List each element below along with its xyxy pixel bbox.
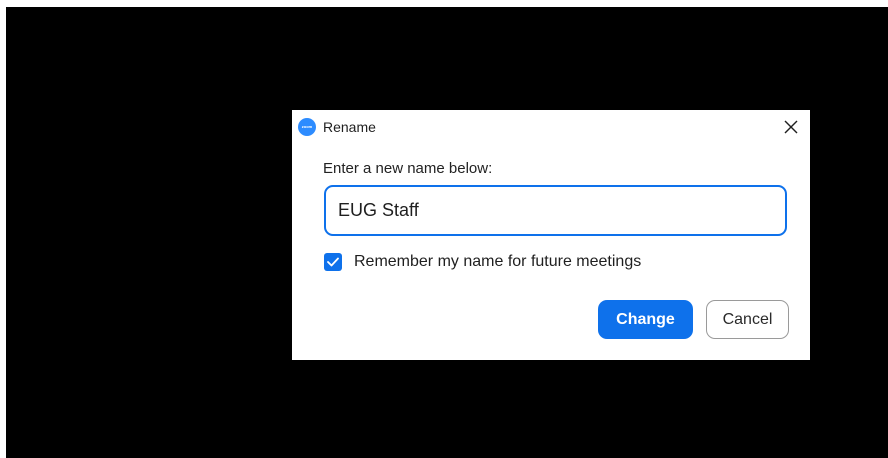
checkmark-icon [327,257,339,267]
close-icon [784,120,798,134]
remember-name-checkbox[interactable] [324,253,342,271]
dialog-title: Rename [323,119,376,135]
rename-dialog: zoom Rename Enter a new name below: Reme… [292,110,810,360]
cancel-button[interactable]: Cancel [706,300,789,339]
zoom-logo-text: zoom [301,124,313,129]
dialog-titlebar: zoom Rename [292,110,810,144]
name-input[interactable] [324,185,787,236]
close-button[interactable] [778,114,804,140]
zoom-logo-icon: zoom [298,118,316,136]
name-prompt-label: Enter a new name below: [323,160,493,177]
remember-name-label: Remember my name for future meetings [354,253,642,270]
remember-name-option[interactable]: Remember my name for future meetings [324,252,641,272]
change-button[interactable]: Change [598,300,693,339]
